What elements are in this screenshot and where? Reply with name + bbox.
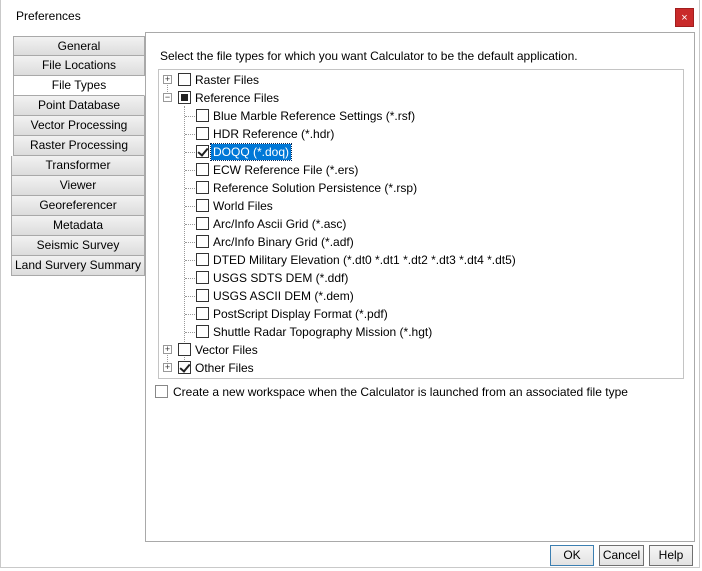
instruction-text: Select the file types for which you want…	[160, 49, 578, 63]
tree-node-label: Raster Files	[195, 73, 260, 87]
plus-expander-icon[interactable]: +	[163, 363, 172, 372]
tree-node-label: Vector Files	[195, 343, 258, 357]
tab-raster-processing[interactable]: Raster Processing	[13, 136, 145, 156]
checkbox-other-files[interactable]	[178, 361, 191, 374]
tree-node-raster-files[interactable]: + Raster Files	[159, 71, 679, 89]
checkbox-icon[interactable]	[196, 163, 209, 176]
checkbox-icon[interactable]	[196, 325, 209, 338]
tree-node-vector-files[interactable]: + Vector Files	[159, 341, 679, 359]
file-type-tree[interactable]: + Raster Files − Reference Files Blue Ma…	[158, 69, 684, 379]
tree-item-label: HDR Reference (*.hdr)	[213, 127, 335, 141]
tab-land-survery-summary[interactable]: Land Survery Summary	[11, 256, 145, 276]
tree-item-dem[interactable]: USGS ASCII DEM (*.dem)	[159, 287, 679, 305]
tree-item-world-files[interactable]: World Files	[159, 197, 679, 215]
tree-item-label: Blue Marble Reference Settings (*.rsf)	[213, 109, 416, 123]
tab-viewer[interactable]: Viewer	[11, 176, 145, 196]
tree-item-sdts[interactable]: USGS SDTS DEM (*.ddf)	[159, 269, 679, 287]
tree-item-label: USGS SDTS DEM (*.ddf)	[213, 271, 349, 285]
checkbox-icon[interactable]	[196, 289, 209, 302]
tree-item-hdr[interactable]: HDR Reference (*.hdr)	[159, 125, 679, 143]
cancel-button[interactable]: Cancel	[599, 545, 644, 566]
checkbox-icon[interactable]	[196, 145, 209, 158]
checkbox-icon[interactable]	[196, 109, 209, 122]
plus-expander-icon[interactable]: +	[163, 75, 172, 84]
checkbox-vector-files[interactable]	[178, 343, 191, 356]
checkbox-icon[interactable]	[196, 181, 209, 194]
tree-item-label: Arc/Info Binary Grid (*.adf)	[213, 235, 354, 249]
tab-file-types[interactable]: File Types	[13, 76, 145, 96]
tree-item-label: DOQQ (*.doq)	[209, 143, 293, 161]
checkbox-icon[interactable]	[196, 199, 209, 212]
tree-node-other-files[interactable]: + Other Files	[159, 359, 679, 377]
checkbox-raster-files[interactable]	[178, 73, 191, 86]
checkbox-icon[interactable]	[196, 307, 209, 320]
tree-node-label: Other Files	[195, 361, 254, 375]
tree-item-label: ECW Reference File (*.ers)	[213, 163, 359, 177]
checkbox-icon[interactable]	[196, 127, 209, 140]
tree-item-rsf[interactable]: Blue Marble Reference Settings (*.rsf)	[159, 107, 679, 125]
workspace-checkbox[interactable]	[155, 385, 168, 398]
tab-point-database[interactable]: Point Database	[13, 96, 145, 116]
tree-node-reference-files[interactable]: − Reference Files	[159, 89, 679, 107]
tree-item-label: PostScript Display Format (*.pdf)	[213, 307, 388, 321]
tree-item-doq[interactable]: DOQQ (*.doq)	[159, 143, 679, 161]
close-button[interactable]: ×	[675, 8, 694, 27]
tab-vector-processing[interactable]: Vector Processing	[13, 116, 145, 136]
preferences-tab-list: General File Locations File Types Point …	[11, 36, 145, 276]
plus-expander-icon[interactable]: +	[163, 345, 172, 354]
help-button[interactable]: Help	[649, 545, 693, 566]
tree-item-label: Arc/Info Ascii Grid (*.asc)	[213, 217, 347, 231]
file-types-panel: Select the file types for which you want…	[145, 32, 695, 542]
tree-item-adf[interactable]: Arc/Info Binary Grid (*.adf)	[159, 233, 679, 251]
tree-item-label: USGS ASCII DEM (*.dem)	[213, 289, 354, 303]
tree-item-hgt[interactable]: Shuttle Radar Topography Mission (*.hgt)	[159, 323, 679, 341]
checkbox-icon[interactable]	[196, 271, 209, 284]
tab-transformer[interactable]: Transformer	[11, 156, 145, 176]
close-icon: ×	[681, 12, 688, 24]
tree-item-label: Reference Solution Persistence (*.rsp)	[213, 181, 418, 195]
tree-item-ers[interactable]: ECW Reference File (*.ers)	[159, 161, 679, 179]
tree-item-pdf[interactable]: PostScript Display Format (*.pdf)	[159, 305, 679, 323]
tree-item-asc[interactable]: Arc/Info Ascii Grid (*.asc)	[159, 215, 679, 233]
tree-item-label: World Files	[213, 199, 273, 213]
tab-seismic-survey[interactable]: Seismic Survey	[11, 236, 145, 256]
title-bar: Preferences ×	[1, 0, 699, 32]
tab-general[interactable]: General	[13, 36, 145, 56]
checkbox-reference-files[interactable]	[178, 91, 191, 104]
workspace-option-label: Create a new workspace when the Calculat…	[173, 385, 628, 399]
checkbox-icon[interactable]	[196, 217, 209, 230]
tab-file-locations[interactable]: File Locations	[13, 56, 145, 76]
ok-button[interactable]: OK	[550, 545, 594, 566]
tree-item-label: DTED Military Elevation (*.dt0 *.dt1 *.d…	[213, 253, 516, 267]
checkbox-icon[interactable]	[196, 253, 209, 266]
tab-georeferencer[interactable]: Georeferencer	[11, 196, 145, 216]
tree-item-rsp[interactable]: Reference Solution Persistence (*.rsp)	[159, 179, 679, 197]
minus-expander-icon[interactable]: −	[163, 93, 172, 102]
window-title: Preferences	[16, 9, 81, 23]
tree-item-dted[interactable]: DTED Military Elevation (*.dt0 *.dt1 *.d…	[159, 251, 679, 269]
preferences-dialog: Preferences × General File Locations Fil…	[0, 0, 700, 568]
tree-node-label: Reference Files	[195, 91, 280, 105]
tab-metadata[interactable]: Metadata	[11, 216, 145, 236]
checkbox-icon[interactable]	[196, 235, 209, 248]
tree-item-label: Shuttle Radar Topography Mission (*.hgt)	[213, 325, 433, 339]
